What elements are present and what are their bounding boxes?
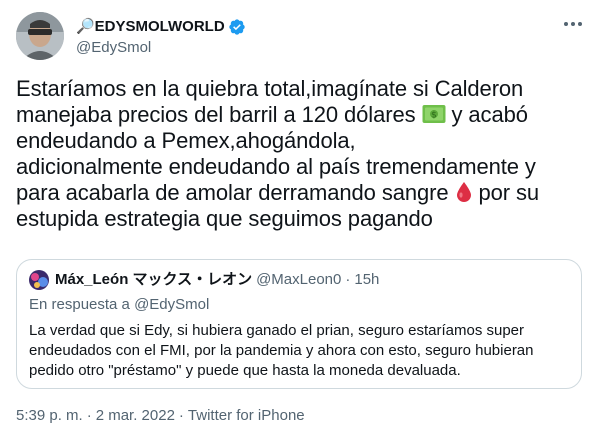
dot-icon xyxy=(564,22,568,26)
tweet-line: endeudando a Pemex,ahogándola, xyxy=(16,128,356,153)
dot-icon xyxy=(571,22,575,26)
author-display-name[interactable]: 🔎EDYSMOLWORLD xyxy=(76,17,246,37)
tweet-header: 🔎EDYSMOLWORLD @EdySmol xyxy=(16,12,582,60)
tweet-line: adicionalmente endeudando al país tremen… xyxy=(16,154,536,179)
quoted-tweet-header: Máx_León マックス・レオン @MaxLeon0 · 15h xyxy=(29,270,379,290)
quoted-author-handle: @MaxLeon0 xyxy=(256,271,342,288)
tweet-time-link[interactable]: 5:39 p. m. xyxy=(16,407,83,424)
tweet-source-link[interactable]: Twitter for iPhone xyxy=(188,407,305,424)
quoted-line: pedido otro "préstamo" y puede que hasta… xyxy=(29,362,461,379)
verified-badge-icon xyxy=(229,19,245,35)
reply-prefix: En respuesta a xyxy=(29,296,135,313)
quoted-tweet-text: La verdad que si Edy, si hubiera ganado … xyxy=(29,321,569,381)
quoted-avatar-icon xyxy=(29,270,49,290)
tweet-line: estupida estrategia que seguimos pagando xyxy=(16,206,433,231)
reply-context: En respuesta a @EdySmol xyxy=(29,295,209,315)
quoted-line: La verdad que si Edy, si hubiera ganado … xyxy=(29,322,525,339)
quoted-line: endeudados con el FMI, por la pandemia y… xyxy=(29,342,534,359)
author-avatar[interactable] xyxy=(16,12,64,60)
author-name-text: 🔎EDYSMOLWORLD xyxy=(76,18,225,35)
tweet-line: Estaríamos en la quiebra total,imagínate… xyxy=(16,76,524,101)
tweet-line-text: por su xyxy=(472,180,540,205)
tweet-date-link[interactable]: 2 mar. 2022 xyxy=(96,407,175,424)
quoted-author-avatar xyxy=(29,270,49,290)
author-handle[interactable]: @EdySmol xyxy=(76,38,246,58)
tweet-line: para acabarla de amolar derramando sangr… xyxy=(16,180,582,206)
tweet-metadata: 5:39 p. m. · 2 mar. 2022 · Twitter for iPhon… xyxy=(16,406,305,426)
avatar-photo-icon xyxy=(16,12,64,60)
dot-icon xyxy=(578,22,582,26)
tweet-text: Estaríamos en la quiebra total,imagínate… xyxy=(16,76,582,232)
separator-dot: · xyxy=(178,407,184,424)
drop-of-blood-icon xyxy=(456,182,471,202)
quoted-tweet-time: 15h xyxy=(354,271,380,288)
reply-mention-link[interactable]: @EdySmol xyxy=(134,296,209,313)
quoted-author-name: Máx_León マックス・レオン xyxy=(55,271,253,288)
separator-dot: · xyxy=(345,271,351,288)
more-options-button[interactable] xyxy=(552,14,582,34)
quoted-tweet-card[interactable]: Máx_León マックス・レオン @MaxLeon0 · 15h En res… xyxy=(16,259,582,389)
tweet-line-text: manejaba precios del barril a 120 dólare… xyxy=(16,102,422,127)
tweet-line: manejaba precios del barril a 120 dólare… xyxy=(16,102,582,128)
tweet-line-text: para acabarla de amolar derramando sangr… xyxy=(16,180,455,205)
separator-dot: · xyxy=(86,407,92,424)
money-with-wings-icon: $ xyxy=(422,105,445,123)
tweet-line-text: y acabó xyxy=(445,102,528,127)
svg-text:$: $ xyxy=(431,111,437,121)
